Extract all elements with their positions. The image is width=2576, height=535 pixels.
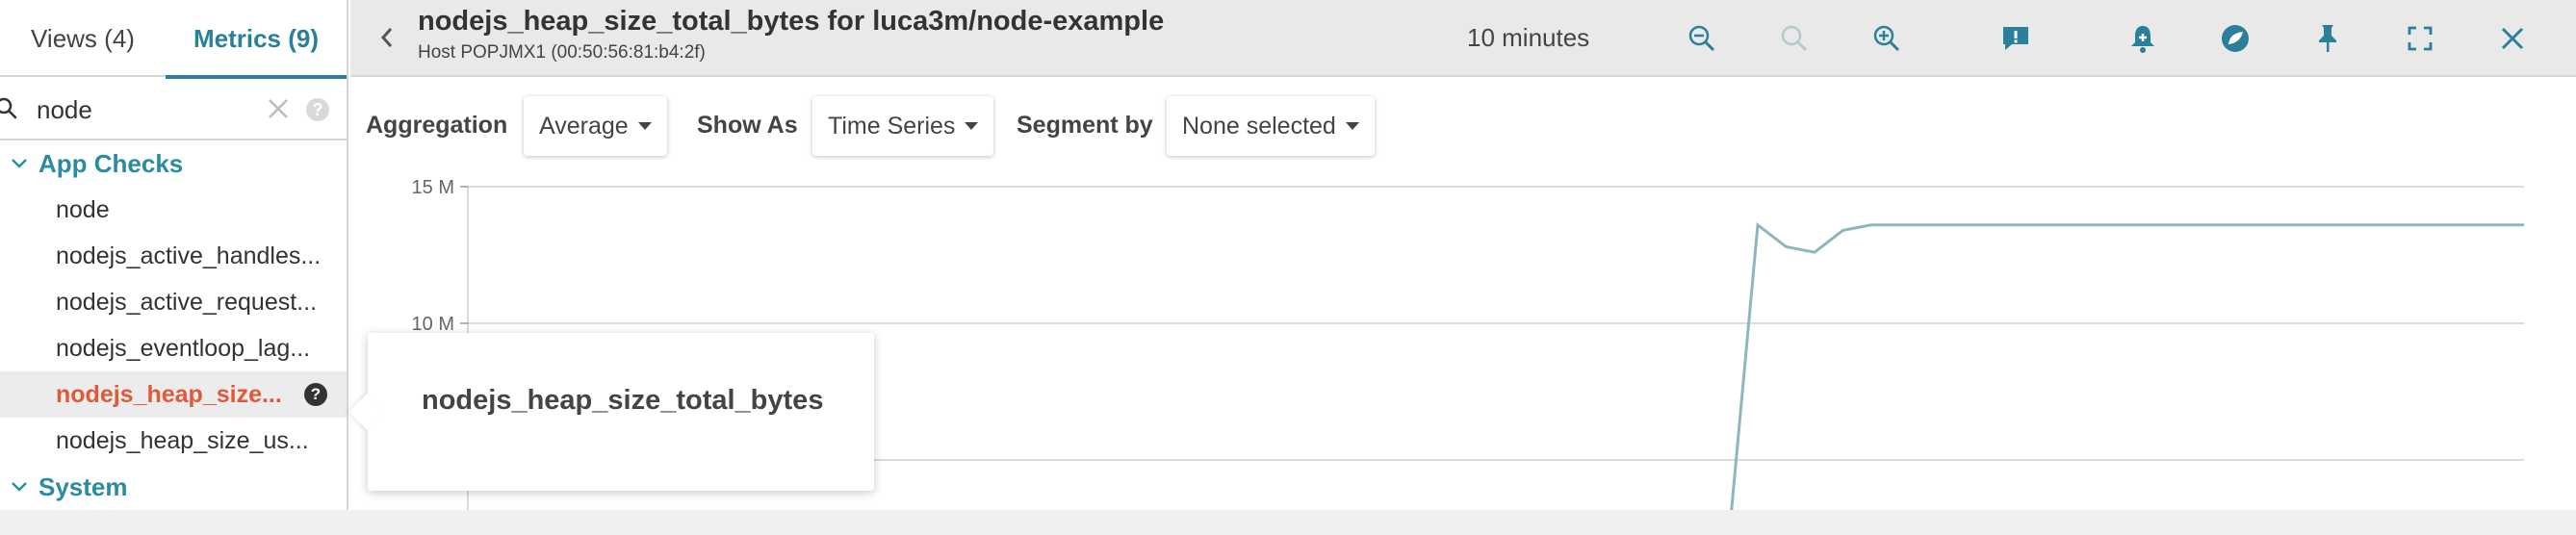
metric-item-active-handles[interactable]: nodejs_active_handles... bbox=[0, 233, 347, 279]
zoom-in-icon[interactable] bbox=[1868, 19, 1906, 58]
caret-down-icon bbox=[965, 122, 979, 130]
aggregation-value: Average bbox=[539, 112, 629, 140]
close-icon[interactable] bbox=[2493, 19, 2532, 58]
show-as-label: Show As bbox=[697, 112, 798, 139]
tab-metrics-label: Metrics (9) bbox=[193, 23, 320, 53]
group-system[interactable]: System bbox=[0, 464, 347, 510]
metric-search: ? bbox=[0, 79, 347, 140]
tab-metrics[interactable]: Metrics (9) bbox=[166, 0, 347, 79]
metric-tooltip: nodejs_heap_size_total_bytes bbox=[348, 333, 874, 491]
app-root: Views (4) Metrics (9) ? App bbox=[0, 0, 2576, 510]
metric-item-heap-size-used[interactable]: nodejs_heap_size_us... bbox=[0, 418, 347, 464]
explore-icon[interactable] bbox=[2216, 19, 2254, 58]
chevron-down-icon bbox=[0, 464, 39, 510]
metric-tree: App Checks node nodejs_active_handles...… bbox=[0, 140, 347, 510]
group-label: App Checks bbox=[39, 148, 184, 178]
pin-icon[interactable] bbox=[2308, 19, 2347, 58]
metric-item-eventloop-lag[interactable]: nodejs_eventloop_lag... bbox=[0, 325, 347, 371]
tooltip-text: nodejs_heap_size_total_bytes bbox=[422, 385, 824, 417]
sidebar: Views (4) Metrics (9) ? App bbox=[0, 0, 348, 510]
search-input[interactable] bbox=[37, 90, 248, 129]
fullscreen-icon[interactable] bbox=[2401, 19, 2439, 58]
group-label: System bbox=[39, 471, 128, 501]
search-icon bbox=[0, 97, 17, 119]
metric-item-label: nodejs_active_handles... bbox=[56, 242, 322, 269]
aggregation-dropdown[interactable]: Average bbox=[524, 96, 667, 156]
back-icon[interactable] bbox=[377, 23, 397, 52]
y-tick-label: 10 M bbox=[412, 314, 454, 335]
segment-by-label: Segment by bbox=[1017, 112, 1153, 139]
tab-views[interactable]: Views (4) bbox=[0, 0, 166, 77]
aggregation-label: Aggregation bbox=[366, 112, 508, 139]
metric-item-label: nodejs_heap_size... bbox=[56, 380, 282, 408]
chart-controls: Aggregation Average Show As Time Series … bbox=[350, 79, 2576, 171]
zoom-reset-icon bbox=[1775, 19, 1814, 58]
page-title: nodejs_heap_size_total_bytes for luca3m/… bbox=[418, 6, 1165, 37]
series-line bbox=[1730, 221, 2524, 510]
time-range[interactable]: 10 minutes bbox=[1467, 23, 1589, 53]
zoom-out-icon[interactable] bbox=[1683, 19, 1721, 58]
show-as-dropdown[interactable]: Time Series bbox=[812, 96, 994, 156]
metric-item-label: nodejs_heap_size_us... bbox=[56, 426, 309, 454]
metric-info-icon[interactable]: ? bbox=[304, 383, 327, 406]
sidebar-tabs: Views (4) Metrics (9) bbox=[0, 0, 347, 79]
clear-search-icon[interactable] bbox=[266, 96, 291, 121]
segment-by-dropdown[interactable]: None selected bbox=[1167, 96, 1375, 156]
show-as-value: Time Series bbox=[828, 112, 956, 140]
segment-by-value: None selected bbox=[1182, 112, 1336, 140]
caret-down-icon bbox=[1345, 122, 1359, 130]
search-help-icon[interactable]: ? bbox=[306, 98, 329, 121]
caret-down-icon bbox=[637, 122, 652, 130]
chevron-down-icon bbox=[0, 140, 39, 187]
panel-header: nodejs_heap_size_total_bytes for luca3m/… bbox=[350, 0, 2576, 77]
group-app-checks[interactable]: App Checks bbox=[0, 140, 347, 187]
metric-item-label: nodejs_active_request... bbox=[56, 288, 318, 316]
metric-item-node[interactable]: node bbox=[0, 187, 347, 233]
alert-bell-icon[interactable] bbox=[2124, 19, 2162, 58]
host-subtitle: Host POPJMX1 (00:50:56:81:b4:2f) bbox=[418, 42, 706, 63]
metric-item-label: nodejs_eventloop_lag... bbox=[56, 334, 311, 362]
comment-icon[interactable] bbox=[1996, 19, 2035, 58]
metric-item-heap-size-total[interactable]: nodejs_heap_size... ? bbox=[0, 371, 347, 418]
metric-item-active-requests[interactable]: nodejs_active_request... bbox=[0, 279, 347, 325]
y-tick-label: 15 M bbox=[412, 177, 454, 198]
metric-item-label: node bbox=[56, 195, 110, 223]
